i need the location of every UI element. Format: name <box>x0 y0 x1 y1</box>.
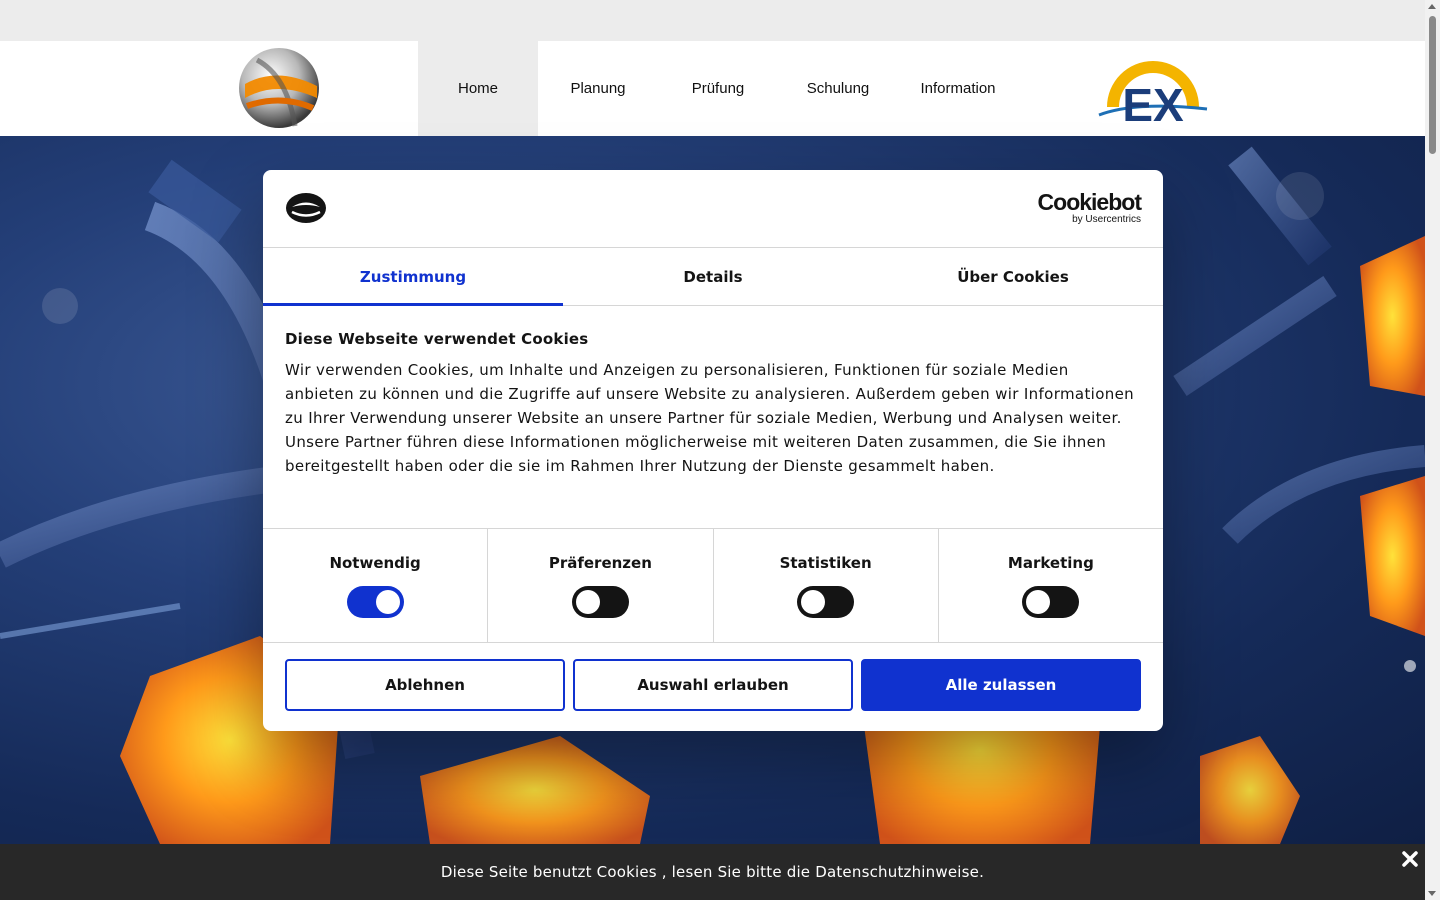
toggle-marketing[interactable] <box>1022 586 1080 618</box>
toggle-knob <box>575 590 600 614</box>
ex-logo[interactable]: EX <box>1097 49 1209 131</box>
cookie-consent-dialog: Cookiebot by Usercentrics Zustimmung Det… <box>263 170 1163 731</box>
toggle-knob <box>375 590 400 614</box>
toggle-knob <box>801 590 826 614</box>
toggle-label-statistiken: Statistiken <box>779 554 872 572</box>
tab-ueber-cookies[interactable]: Über Cookies <box>863 248 1163 305</box>
dialog-body: Diese Webseite verwendet Cookies Wir ver… <box>263 306 1163 529</box>
cookiebot-logo-icon <box>286 193 326 223</box>
toggle-cell-praeferenzen: Präferenzen <box>488 529 714 642</box>
cookiebot-brand[interactable]: Cookiebot by Usercentrics <box>1037 189 1142 226</box>
cookie-notice-bar: Diese Seite benutzt Cookies , lesen Sie … <box>0 844 1425 900</box>
sphere-logo[interactable] <box>237 46 321 130</box>
toggle-cell-marketing: Marketing <box>939 529 1163 642</box>
toggle-praeferenzen[interactable] <box>571 586 629 618</box>
cookiebot-brand-name: Cookiebot <box>1037 189 1142 215</box>
nav-item-pruefung[interactable]: Prüfung <box>658 41 778 136</box>
dialog-header: Cookiebot by Usercentrics <box>263 170 1163 248</box>
ex-logo-text: EX <box>1122 79 1184 124</box>
toggle-knob <box>1026 590 1051 614</box>
dialog-buttons: Ablehnen Auswahl erlauben Alle zulassen <box>263 643 1163 711</box>
tab-details[interactable]: Details <box>563 248 863 305</box>
top-strip <box>0 0 1425 41</box>
site-header: Home Planung Prüfung Schulung Informatio… <box>0 41 1425 145</box>
scroll-down-arrow-icon[interactable] <box>1428 891 1436 896</box>
toggle-cell-statistiken: Statistiken <box>714 529 939 642</box>
nav-item-planung[interactable]: Planung <box>538 41 658 136</box>
nav-item-information[interactable]: Information <box>898 41 1018 136</box>
toggle-statistiken[interactable] <box>797 586 855 618</box>
toggle-label-marketing: Marketing <box>1007 554 1094 572</box>
dialog-tabs: Zustimmung Details Über Cookies <box>263 248 1163 306</box>
toggle-label-notwendig: Notwendig <box>329 554 421 572</box>
tab-zustimmung[interactable]: Zustimmung <box>263 248 563 306</box>
close-icon[interactable] <box>1401 850 1419 868</box>
cookie-notice-text[interactable]: Diese Seite benutzt Cookies , lesen Sie … <box>0 863 1425 881</box>
allow-all-button[interactable]: Alle zulassen <box>861 659 1141 711</box>
dialog-title: Diese Webseite verwendet Cookies <box>285 330 589 348</box>
allow-selection-button[interactable]: Auswahl erlauben <box>573 659 853 711</box>
toggle-notwendig[interactable] <box>346 586 404 618</box>
scroll-thumb[interactable] <box>1429 16 1436 154</box>
nav-item-schulung[interactable]: Schulung <box>778 41 898 136</box>
toggle-cell-notwendig: Notwendig <box>263 529 489 642</box>
toggle-label-praeferenzen: Präferenzen <box>548 554 652 572</box>
main-nav: Home Planung Prüfung Schulung Informatio… <box>418 41 1018 145</box>
decline-button[interactable]: Ablehnen <box>285 659 565 711</box>
scrollbar[interactable] <box>1425 0 1440 900</box>
dialog-description: Wir verwenden Cookies, um Inhalte und An… <box>285 361 1135 475</box>
consent-toggles: Notwendig Präferenzen Statistiken Market… <box>263 529 1163 643</box>
cookiebot-brand-sub: by Usercentrics <box>1072 214 1141 225</box>
scroll-up-arrow-icon[interactable] <box>1428 4 1436 9</box>
nav-item-home[interactable]: Home <box>418 41 538 145</box>
